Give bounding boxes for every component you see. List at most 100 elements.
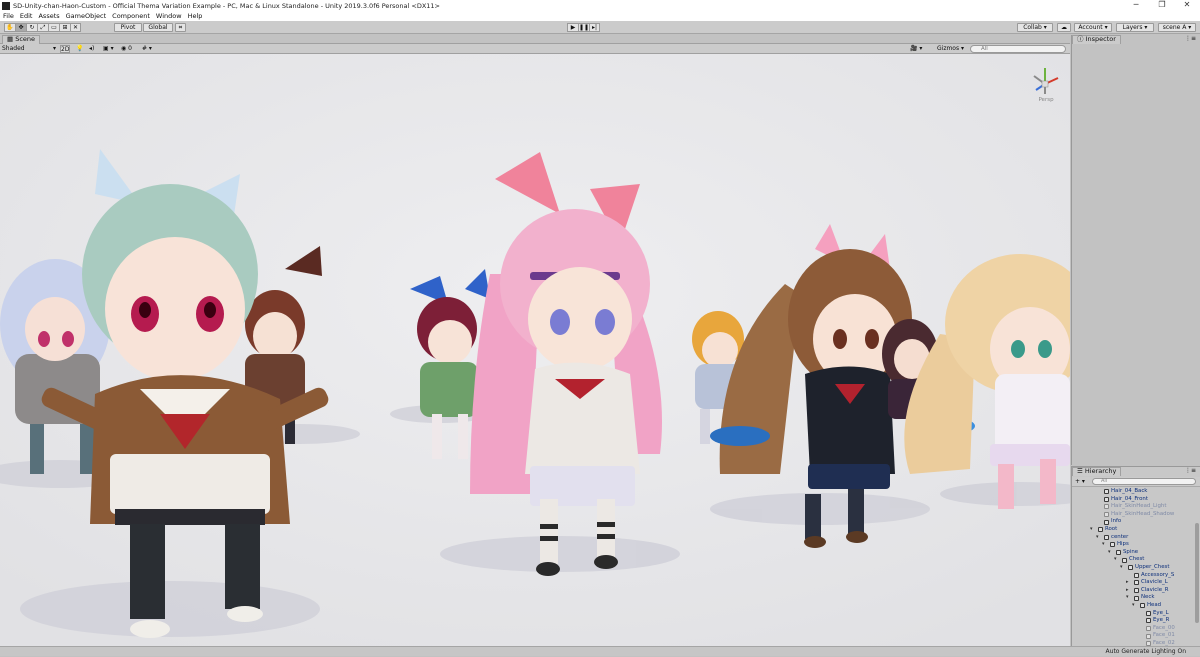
2d-toggle[interactable]: 2D	[60, 45, 70, 53]
hierarchy-item[interactable]: Info	[1072, 518, 1200, 526]
cloud-icon[interactable]: ☁	[1057, 23, 1071, 32]
hierarchy-menu-icon[interactable]: ⋮≡	[1185, 467, 1196, 474]
hierarchy-scrollbar[interactable]	[1195, 523, 1199, 623]
hierarchy-item[interactable]: ▸ Clavicle_R	[1072, 587, 1200, 595]
hierarchy-item[interactable]: Face_00	[1072, 625, 1200, 633]
gameobject-cube-icon	[1146, 618, 1151, 624]
hand-tool-icon[interactable]: ✋	[4, 23, 15, 32]
layers-dropdown[interactable]: Layers ▾	[1116, 23, 1154, 32]
hierarchy-item[interactable]: ▾ center	[1072, 534, 1200, 542]
hierarchy-item[interactable]: Hair_SkinHead_Light	[1072, 503, 1200, 511]
collapse-arrow-icon[interactable]: ▸	[1126, 587, 1129, 595]
scene-search-placeholder: All	[981, 46, 988, 52]
expand-arrow-icon[interactable]: ▾	[1090, 526, 1093, 534]
expand-arrow-icon[interactable]: ▾	[1114, 556, 1117, 564]
expand-arrow-icon[interactable]: ▾	[1132, 602, 1135, 610]
hidden-objects-toggle[interactable]: ◉ 0	[121, 45, 132, 53]
close-button[interactable]: ✕	[1174, 0, 1200, 11]
create-dropdown[interactable]: + ▾	[1075, 477, 1085, 486]
hierarchy-item[interactable]: ▾ Chest	[1072, 556, 1200, 564]
lighting-icon[interactable]: 💡	[76, 45, 83, 53]
pivot-toggle[interactable]: Pivot	[114, 23, 142, 32]
play-icon[interactable]: ▶	[567, 23, 578, 32]
hierarchy-item-label: Hair_04_Front	[1111, 495, 1148, 502]
hierarchy-item-label: Face_00	[1153, 624, 1175, 631]
menu-edit[interactable]: Edit	[20, 12, 33, 20]
rect-tool-icon[interactable]: ▭	[48, 23, 59, 32]
minimize-button[interactable]: ─	[1123, 0, 1149, 11]
hierarchy-item[interactable]: Eye_L	[1072, 610, 1200, 618]
hierarchy-item[interactable]: ▾ Hips	[1072, 541, 1200, 549]
menu-bar: File Edit Assets GameObject Component Wi…	[0, 11, 1200, 21]
expand-arrow-icon[interactable]: ▾	[1108, 549, 1111, 557]
effects-icon[interactable]: ▣ ▾	[103, 45, 114, 53]
window-title: SD-Unity-chan-Haon-Custom - Official The…	[13, 1, 441, 10]
gizmo-persp-label: Persp	[1038, 97, 1054, 103]
expand-arrow-icon[interactable]: ▾	[1096, 534, 1099, 542]
tab-scene[interactable]: ▦ Scene	[2, 35, 41, 44]
pause-icon[interactable]: ❚❚	[578, 23, 589, 32]
menu-help[interactable]: Help	[188, 12, 203, 20]
hierarchy-item-label: Head	[1147, 601, 1162, 608]
hierarchy-item[interactable]: ▾ Neck	[1072, 594, 1200, 602]
hierarchy-tab-label: Hierarchy	[1084, 467, 1117, 475]
hierarchy-item[interactable]: Hair_04_Front	[1072, 496, 1200, 504]
gameobject-cube-icon	[1146, 610, 1151, 616]
step-icon[interactable]: ▸|	[589, 23, 600, 32]
expand-arrow-icon[interactable]: ▾	[1102, 541, 1105, 549]
hierarchy-item-label: Hair_SkinHead_Light	[1111, 503, 1167, 510]
gameobject-cube-icon	[1128, 565, 1133, 571]
menu-file[interactable]: File	[3, 12, 14, 20]
hierarchy-panel: ☰ Hierarchy ⋮≡ + ▾ All Hair_04_Back Hair_…	[1071, 466, 1200, 646]
scale-tool-icon[interactable]: ⤢	[37, 23, 48, 32]
hierarchy-item[interactable]: Face_01	[1072, 632, 1200, 640]
hierarchy-search-input[interactable]: All	[1092, 478, 1196, 485]
hierarchy-item[interactable]: ▸ Clavicle_L	[1072, 579, 1200, 587]
gameobject-cube-icon	[1104, 534, 1109, 540]
menu-gameobject[interactable]: GameObject	[66, 12, 107, 20]
hierarchy-item[interactable]: Eye_R	[1072, 617, 1200, 625]
expand-arrow-icon[interactable]: ▾	[1126, 594, 1129, 602]
hierarchy-item[interactable]: Hair_SkinHead_Shadow	[1072, 511, 1200, 519]
menu-window[interactable]: Window	[156, 12, 182, 20]
expand-arrow-icon[interactable]: ▾	[1120, 564, 1123, 572]
inspector-menu-icon[interactable]: ⋮≡	[1185, 35, 1196, 42]
shading-mode-dropdown[interactable]: Shaded ▾	[2, 45, 56, 53]
hierarchy-item[interactable]: Accessory_S	[1072, 572, 1200, 580]
tab-hierarchy[interactable]: ☰ Hierarchy	[1072, 467, 1122, 476]
scene-toolbar: Shaded ▾ 2D 💡 ◂) ▣ ▾ ◉ 0 # ▾ 🎥 ▾ Gizmos ▾…	[0, 44, 1070, 54]
camera-settings-icon[interactable]: 🎥 ▾	[910, 45, 922, 53]
menu-component[interactable]: Component	[112, 12, 150, 20]
hierarchy-item[interactable]: ▾ Spine	[1072, 549, 1200, 557]
hierarchy-item[interactable]: Hair_04_Back	[1072, 488, 1200, 496]
maximize-button[interactable]: ❐	[1149, 0, 1175, 11]
gameobject-cube-icon	[1134, 580, 1139, 586]
main-toolbar: ✋ ✥ ↻ ⤢ ▭ ⊞ ✕ Pivot Global ⌗ ▶ ❚❚ ▸| Col…	[0, 21, 1200, 34]
gizmos-dropdown[interactable]: Gizmos ▾	[937, 45, 964, 53]
gameobject-cube-icon	[1134, 588, 1139, 594]
hierarchy-item[interactable]: ▾ Head	[1072, 602, 1200, 610]
hierarchy-item[interactable]: ▾ Root	[1072, 526, 1200, 534]
gameobject-cube-icon	[1104, 489, 1109, 495]
gameobject-cube-icon	[1146, 625, 1151, 631]
tab-inspector[interactable]: ⓘ Inspector	[1072, 35, 1121, 44]
audio-icon[interactable]: ◂)	[89, 45, 94, 53]
collapse-arrow-icon[interactable]: ▸	[1126, 579, 1129, 587]
account-dropdown[interactable]: Account ▾	[1074, 23, 1112, 32]
scene-viewport[interactable]: Persp	[0, 54, 1070, 646]
grid-icon[interactable]: # ▾	[142, 45, 152, 53]
scene-search-input[interactable]: All	[970, 45, 1066, 53]
status-bar: Auto Generate Lighting On	[0, 646, 1200, 656]
move-tool-icon[interactable]: ✥	[15, 23, 26, 32]
scene-render: Persp	[0, 54, 1070, 646]
global-toggle[interactable]: Global	[143, 23, 173, 32]
custom-tool-icon[interactable]: ✕	[70, 23, 81, 32]
transform-tool-icon[interactable]: ⊞	[59, 23, 70, 32]
rotate-tool-icon[interactable]: ↻	[26, 23, 37, 32]
snap-settings-icon[interactable]: ⌗	[175, 23, 186, 32]
menu-assets[interactable]: Assets	[38, 12, 59, 20]
hierarchy-item[interactable]: ▾ Upper_Chest	[1072, 564, 1200, 572]
layout-dropdown[interactable]: scene A ▾	[1158, 23, 1196, 32]
layout-label: scene A	[1162, 24, 1187, 31]
collab-button[interactable]: Collab ▾	[1017, 23, 1053, 32]
